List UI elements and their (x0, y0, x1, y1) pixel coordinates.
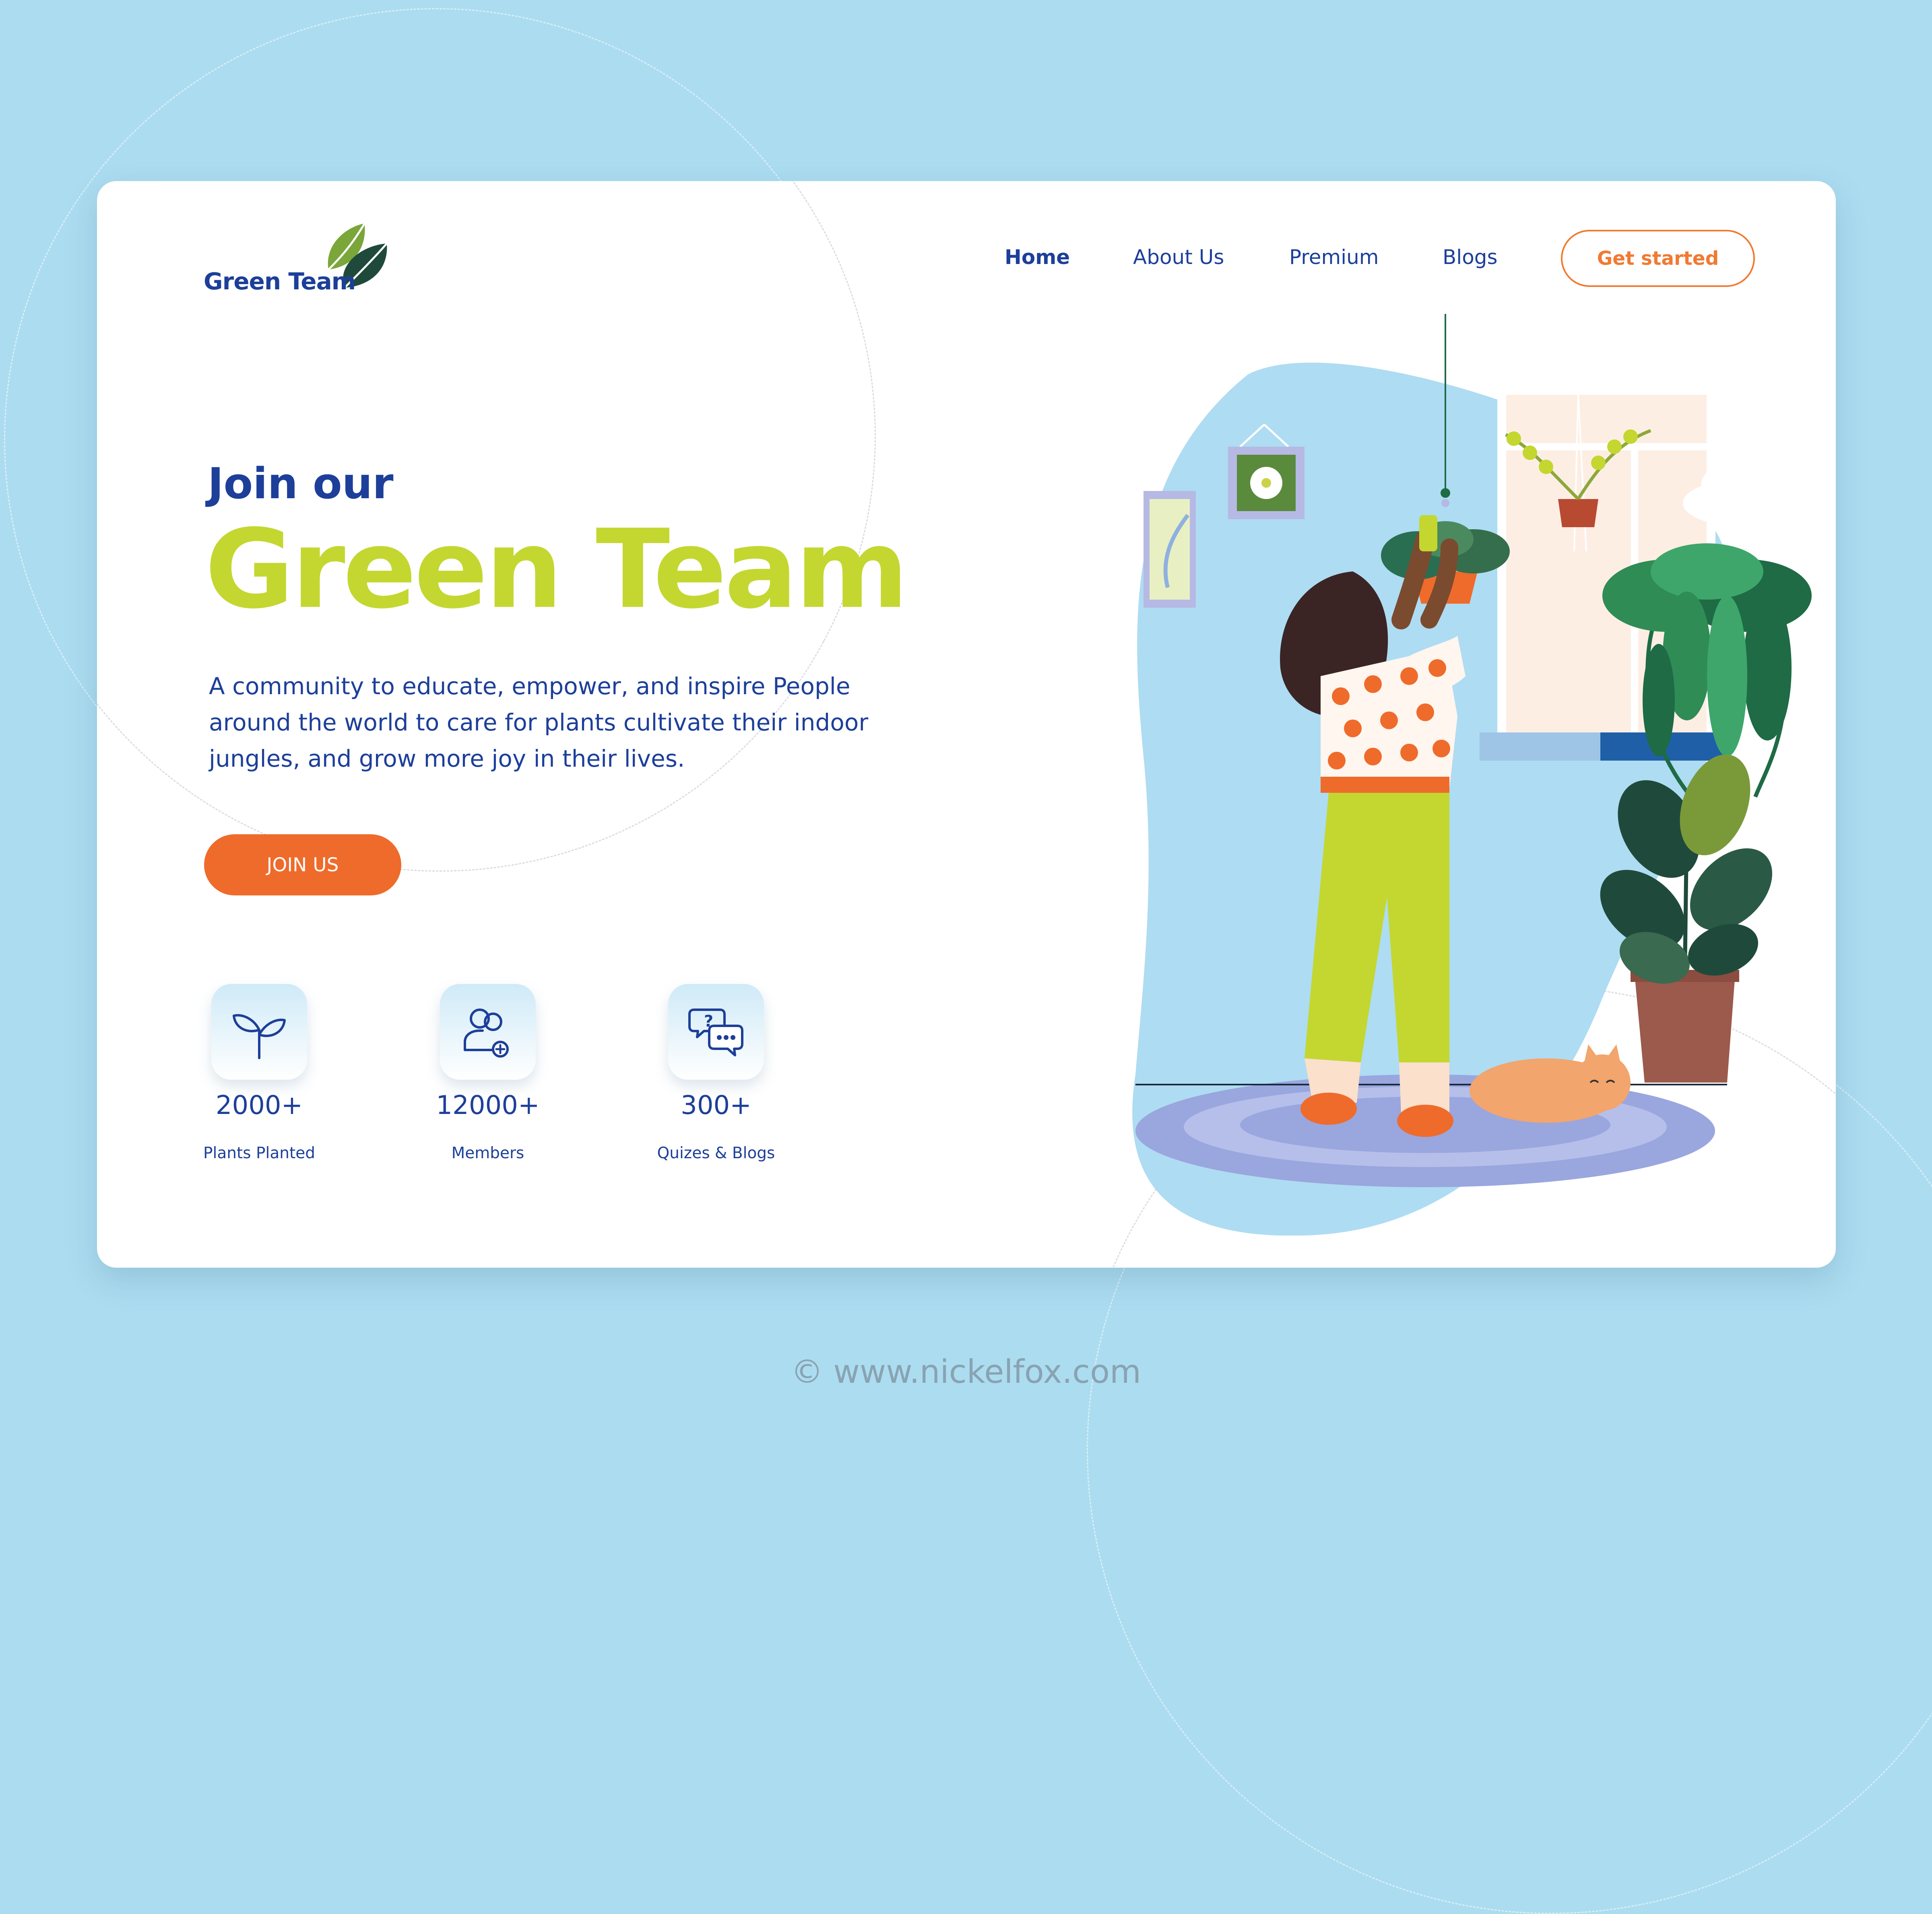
stat-plants-label: Plants Planted (203, 1144, 315, 1162)
stat-members-value: 12000+ (436, 1091, 540, 1120)
hero-kicker: Join our (208, 459, 394, 508)
nav-home[interactable]: Home (1005, 245, 1070, 269)
footer-credit: © www.nickelfox.com (791, 1353, 1141, 1390)
stat-quizzes-value: 300+ (681, 1091, 751, 1120)
join-us-button[interactable]: JOIN US (204, 834, 401, 895)
stat-quizzes-card: ? (668, 984, 764, 1080)
stat-quizzes-label: Quizes & Blogs (657, 1144, 775, 1162)
brand-name: Green Team (204, 268, 356, 295)
landing-card: Green Team Home About Us Premium Blogs G… (97, 181, 1836, 1268)
chat-bubbles-icon: ? (688, 1009, 743, 1056)
stat-plants-card (211, 984, 307, 1080)
get-started-button[interactable]: Get started (1561, 230, 1755, 287)
hero-illustration (1132, 314, 1812, 1235)
hero-title: Green Team (205, 506, 908, 633)
nav-premium[interactable]: Premium (1289, 245, 1379, 269)
brand-logo[interactable]: Green Team (204, 221, 389, 298)
stat-members-label: Members (451, 1144, 524, 1162)
wall-frame-leaf (1144, 491, 1196, 608)
nav-about-us[interactable]: About Us (1133, 245, 1224, 269)
members-icon (464, 1009, 509, 1058)
stat-plants-value: 2000+ (215, 1091, 303, 1120)
sprout-icon (233, 1014, 286, 1059)
hero-description: A community to educate, empower, and ins… (209, 672, 869, 772)
nav-blogs[interactable]: Blogs (1443, 245, 1498, 269)
stat-members-card (440, 984, 536, 1080)
